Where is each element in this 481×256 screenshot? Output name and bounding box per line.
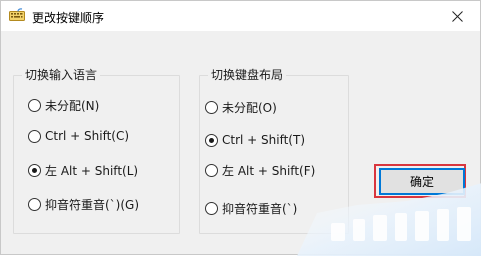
option-label: Ctrl + Shift(T) — [222, 133, 306, 147]
option-label: 左 Alt + Shift(L) — [45, 163, 139, 178]
input-language-option-none[interactable]: 未分配(N) — [28, 97, 99, 113]
radio-button[interactable] — [28, 197, 41, 211]
option-label: 未分配(N) — [45, 98, 100, 113]
input-language-option-left-alt-shift[interactable]: 左 Alt + Shift(L) — [28, 162, 138, 178]
radio-button[interactable] — [28, 129, 41, 143]
radio-button-selected[interactable] — [205, 133, 218, 147]
close-button[interactable] — [434, 1, 480, 31]
input-language-option-grave-accent[interactable]: 抑音符重音(`)(G) — [28, 196, 139, 212]
radio-button[interactable] — [205, 100, 218, 114]
keyboard-icon — [9, 8, 25, 21]
window-title: 更改按键顺序 — [32, 11, 105, 25]
option-label: 左 Alt + Shift(F) — [222, 163, 316, 178]
watermark-graphic — [297, 183, 481, 256]
keyboard-layout-option-ctrl-shift[interactable]: Ctrl + Shift(T) — [205, 132, 305, 148]
radio-button[interactable] — [28, 98, 41, 112]
keyboard-layout-option-left-alt-shift[interactable]: 左 Alt + Shift(F) — [205, 162, 315, 178]
radio-button-selected[interactable] — [28, 163, 41, 177]
radio-button[interactable] — [205, 201, 218, 215]
option-label: 未分配(O) — [222, 100, 277, 115]
change-key-sequence-dialog: 更改按键顺序 切换输入语言 未分配(N) Ctrl + Shift(C) 左 A… — [0, 0, 481, 256]
keyboard-layout-legend: 切换键盘布局 — [208, 68, 287, 82]
keyboard-layout-option-grave-accent[interactable]: 抑音符重音(`) — [205, 200, 297, 216]
input-language-option-ctrl-shift[interactable]: Ctrl + Shift(C) — [28, 128, 129, 144]
input-language-group: 切换输入语言 未分配(N) Ctrl + Shift(C) 左 Alt + Sh… — [13, 68, 180, 234]
close-icon — [451, 10, 463, 22]
option-label: Ctrl + Shift(C) — [45, 129, 130, 143]
option-label: 抑音符重音(`) — [222, 201, 298, 216]
option-label: 抑音符重音(`)(G) — [45, 197, 140, 212]
radio-button[interactable] — [205, 163, 218, 177]
keyboard-layout-option-none[interactable]: 未分配(O) — [205, 99, 277, 115]
title-bar: 更改按键顺序 — [1, 1, 480, 31]
input-language-legend: 切换输入语言 — [22, 68, 101, 82]
